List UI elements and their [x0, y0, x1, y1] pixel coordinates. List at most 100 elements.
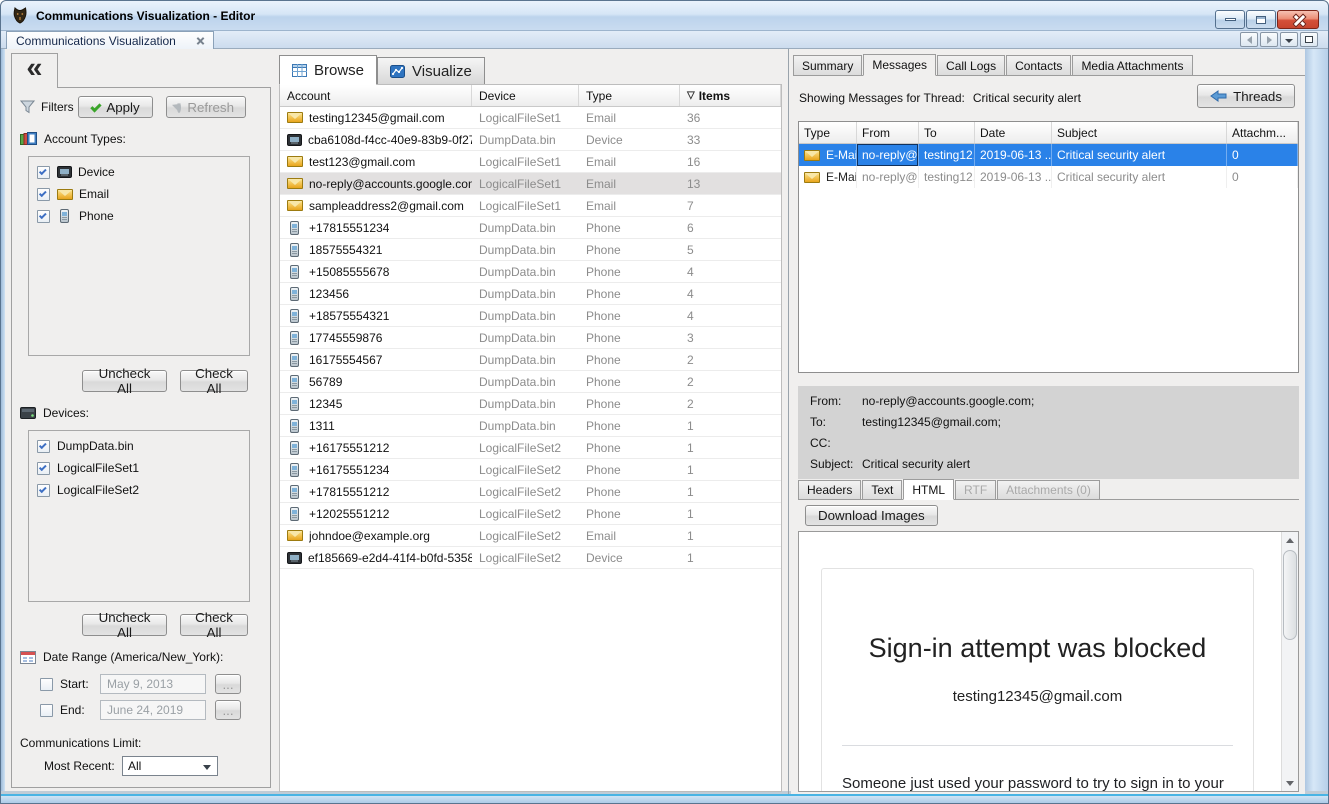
checkbox-item[interactable]: Phone [29, 205, 249, 227]
scroll-up-button[interactable] [1282, 532, 1298, 548]
checkbox-item[interactable]: LogicalFileSet2 [29, 479, 249, 501]
scroll-tabs-left-button[interactable] [1240, 32, 1258, 47]
scrollbar-thumb[interactable] [1283, 550, 1297, 640]
table-row[interactable]: 123456DumpData.binPhone4 [280, 283, 781, 305]
preview-scrollbar[interactable] [1281, 532, 1298, 791]
end-date-checkbox[interactable] [40, 704, 53, 717]
tab-media-attachments[interactable]: Media Attachments [1072, 55, 1192, 75]
refresh-button[interactable]: Refresh [166, 96, 246, 118]
panel-divider[interactable] [788, 49, 789, 794]
end-date-picker-button[interactable]: ... [215, 700, 241, 720]
uncheck-all-devices-button[interactable]: Uncheck All [82, 614, 167, 636]
sort-descending-icon: ▽ [687, 90, 695, 101]
tab-list-button[interactable] [1280, 32, 1298, 47]
items-cell: 2 [680, 349, 781, 370]
tab-close-icon[interactable] [196, 37, 204, 45]
table-row[interactable]: +17815551212LogicalFileSet2Phone1 [280, 481, 781, 503]
threads-button[interactable]: Threads [1197, 84, 1295, 108]
column-header-subject[interactable]: Subject [1052, 122, 1227, 143]
start-date-field[interactable]: May 9, 2013 [100, 674, 206, 694]
download-images-button[interactable]: Download Images [805, 505, 938, 526]
table-row[interactable]: no-reply@accounts.google.comLogicalFileS… [280, 173, 781, 195]
checkbox-item[interactable]: DumpData.bin [29, 435, 249, 457]
tab-summary[interactable]: Summary [793, 55, 862, 75]
tab-attachments-0-[interactable]: Attachments (0) [997, 480, 1100, 499]
checkbox-item[interactable]: LogicalFileSet1 [29, 457, 249, 479]
table-row[interactable]: sampleaddress2@gmail.comLogicalFileSet1E… [280, 195, 781, 217]
checkbox-item[interactable]: Email [29, 183, 249, 205]
maximize-pane-button[interactable] [1300, 32, 1318, 47]
column-header-type[interactable]: Type [579, 85, 680, 106]
checkbox[interactable] [37, 166, 50, 179]
message-row[interactable]: E-Mailno-reply@...testing12...2019-06-13… [799, 144, 1298, 166]
table-row[interactable]: +16175551234LogicalFileSet2Phone1 [280, 459, 781, 481]
column-header-attachments[interactable]: Attachm... [1227, 122, 1298, 143]
close-button[interactable] [1277, 10, 1319, 29]
tab-browse[interactable]: Browse [279, 55, 377, 85]
column-header-type[interactable]: Type [799, 122, 857, 143]
table-row[interactable]: +12025551212LogicalFileSet2Phone1 [280, 503, 781, 525]
table-row[interactable]: 1311DumpData.binPhone1 [280, 415, 781, 437]
column-header-device[interactable]: Device [472, 85, 579, 106]
ellipsis-label: ... [222, 703, 233, 718]
tab-visualize[interactable]: Visualize [377, 57, 485, 85]
table-row[interactable]: ef185669-e2d4-41f4-b0fd-5358bfLogicalFil… [280, 547, 781, 569]
checkbox[interactable] [37, 210, 50, 223]
tab-messages[interactable]: Messages [863, 54, 936, 76]
checkbox[interactable] [37, 188, 50, 201]
tab-contacts[interactable]: Contacts [1006, 55, 1071, 75]
scroll-tabs-right-button[interactable] [1260, 32, 1278, 47]
column-header-account[interactable]: Account [280, 85, 472, 106]
checkbox[interactable] [37, 462, 50, 475]
tab-call-logs[interactable]: Call Logs [937, 55, 1005, 75]
column-header-items[interactable]: ▽ Items [680, 85, 781, 106]
scroll-down-button[interactable] [1282, 775, 1298, 791]
column-header-to[interactable]: To [919, 122, 975, 143]
table-row[interactable]: +15085555678DumpData.binPhone4 [280, 261, 781, 283]
items-cell: 16 [680, 151, 781, 172]
account-cell: 12345 [280, 393, 472, 414]
table-row[interactable]: 12345DumpData.binPhone2 [280, 393, 781, 415]
start-date-checkbox[interactable] [40, 678, 53, 691]
start-date-picker-button[interactable]: ... [215, 674, 241, 694]
table-row[interactable]: testing12345@gmail.comLogicalFileSet1Ema… [280, 107, 781, 129]
most-recent-select[interactable]: All [122, 756, 218, 776]
titlebar[interactable]: Communications Visualization - Editor [1, 1, 1328, 31]
tab-headers[interactable]: Headers [798, 480, 861, 499]
table-row[interactable]: 18575554321DumpData.binPhone5 [280, 239, 781, 261]
tab-html[interactable]: HTML [903, 479, 954, 500]
message-row[interactable]: E-Mailno-reply@...testing12...2019-06-13… [799, 166, 1298, 188]
table-row[interactable]: +18575554321DumpData.binPhone4 [280, 305, 781, 327]
collapse-filters-button[interactable]: « [11, 53, 58, 88]
end-date-field[interactable]: June 24, 2019 [100, 700, 206, 720]
table-row[interactable]: +17815551234DumpData.binPhone6 [280, 217, 781, 239]
device-cell: LogicalFileSet1 [472, 151, 579, 172]
table-row[interactable]: +16175551212LogicalFileSet2Phone1 [280, 437, 781, 459]
checkbox[interactable] [37, 440, 50, 453]
apply-button[interactable]: Apply [78, 96, 153, 118]
check-all-devices-button[interactable]: Check All [180, 614, 248, 636]
uncheck-all-account-types-button[interactable]: Uncheck All [82, 370, 167, 392]
table-row[interactable]: 56789DumpData.binPhone2 [280, 371, 781, 393]
table-row[interactable]: johndoe@example.orgLogicalFileSet2Email1 [280, 525, 781, 547]
tab-text[interactable]: Text [862, 480, 902, 499]
table-row[interactable]: 17745559876DumpData.binPhone3 [280, 327, 781, 349]
column-header-date[interactable]: Date [975, 122, 1052, 143]
checkbox-item[interactable]: Device [29, 161, 249, 183]
table-row[interactable]: cba6108d-f4cc-40e9-83b9-0f2748DumpData.b… [280, 129, 781, 151]
type-cell: Phone [579, 217, 680, 238]
items-cell: 1 [680, 525, 781, 546]
items-cell: 6 [680, 217, 781, 238]
checkbox[interactable] [37, 484, 50, 497]
column-header-from[interactable]: From [857, 122, 919, 143]
device-cell: LogicalFileSet2 [472, 437, 579, 458]
maximize-button[interactable] [1246, 10, 1276, 29]
minimize-button[interactable] [1215, 10, 1245, 29]
check-all-account-types-button[interactable]: Check All [180, 370, 248, 392]
phone-icon [290, 375, 299, 389]
table-row[interactable]: test123@gmail.comLogicalFileSet1Email16 [280, 151, 781, 173]
tab-communications-visualization[interactable]: Communications Visualization [6, 31, 214, 49]
table-row[interactable]: 16175554567DumpData.binPhone2 [280, 349, 781, 371]
tab-rtf[interactable]: RTF [955, 480, 996, 499]
checkbox-label: LogicalFileSet2 [57, 483, 139, 497]
